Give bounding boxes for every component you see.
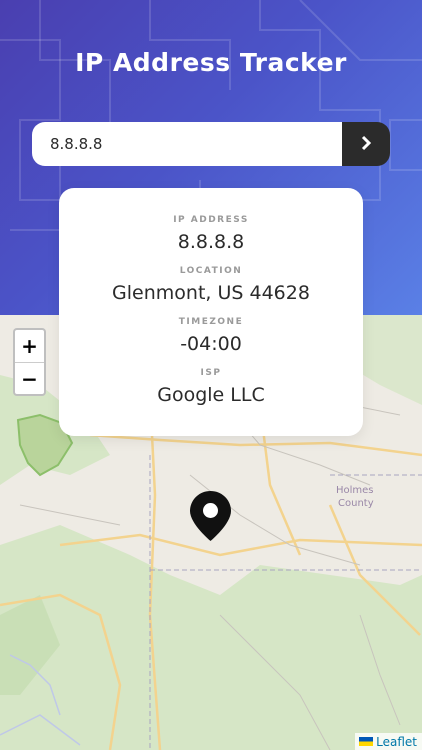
- ip-address-value: 8.8.8.8: [177, 231, 245, 253]
- timezone-label: TIMEZONE: [178, 317, 244, 327]
- zoom-out-button[interactable]: −: [15, 363, 44, 395]
- place-label-2: County: [338, 498, 374, 509]
- ip-info-card: IP ADDRESS 8.8.8.8 LOCATION Glenmont, US…: [59, 188, 363, 436]
- zoom-in-button[interactable]: +: [15, 330, 44, 363]
- location-label: LOCATION: [179, 266, 243, 276]
- search-bar: [32, 122, 390, 166]
- leaflet-link[interactable]: Leaflet: [376, 735, 417, 749]
- isp-label: ISP: [200, 368, 222, 378]
- ukraine-flag-icon: [359, 737, 374, 746]
- map-attribution: Leaflet: [355, 733, 422, 750]
- search-input[interactable]: [32, 122, 342, 166]
- location-value: Glenmont, US 44628: [112, 282, 310, 304]
- ip-address-label: IP ADDRESS: [173, 215, 249, 225]
- place-label-1: Holmes: [336, 485, 374, 496]
- search-submit-button[interactable]: [342, 122, 390, 166]
- chevron-right-icon: [360, 135, 372, 154]
- timezone-value: -04:00: [180, 333, 242, 355]
- page-title: IP Address Tracker: [75, 48, 347, 77]
- zoom-control: + −: [13, 328, 46, 396]
- isp-value: Google LLC: [157, 384, 265, 406]
- location-pin-icon[interactable]: [190, 491, 231, 545]
